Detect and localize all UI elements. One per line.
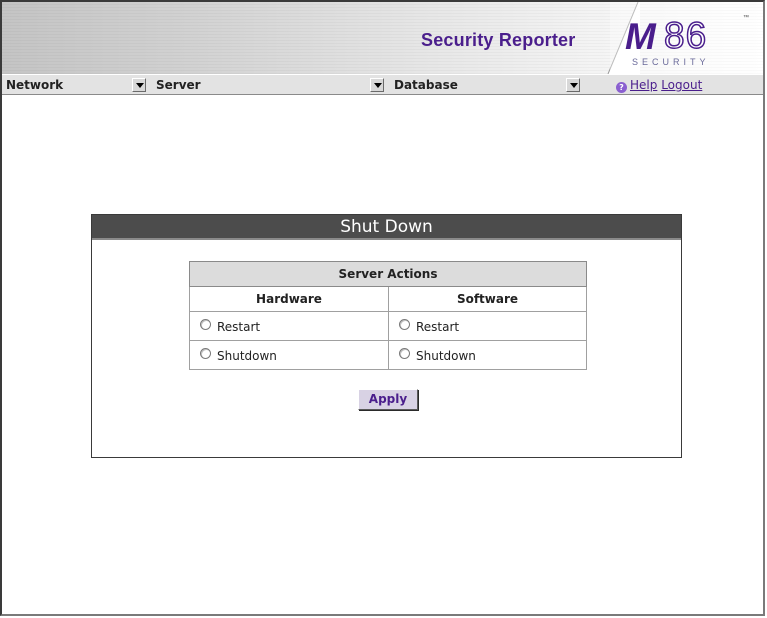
m86-logo: M 86 SECURITY ™ [580, 2, 763, 74]
network-menu-label: Network [6, 78, 64, 92]
chevron-down-icon[interactable] [132, 78, 146, 92]
option-label: Shutdown [416, 348, 476, 363]
radio-button[interactable] [399, 347, 410, 359]
hardware-restart-option[interactable]: Restart [189, 311, 389, 341]
software-restart-option[interactable]: Restart [388, 311, 587, 341]
server-menu[interactable]: Server [152, 77, 388, 93]
option-label: Restart [217, 319, 261, 334]
server-actions-table: Server Actions Hardware Software Restart… [189, 261, 587, 370]
navigation-bar: Network Server Database ? Help Logout [2, 74, 763, 95]
app-header: Security Reporter M 86 SECURITY ™ [2, 2, 763, 74]
option-label: Shutdown [217, 348, 277, 363]
server-menu-label: Server [156, 78, 201, 92]
apply-button[interactable]: Apply [358, 389, 418, 410]
database-menu-label: Database [394, 78, 458, 92]
hardware-shutdown-option[interactable]: Shutdown [189, 340, 389, 370]
help-icon[interactable]: ? [616, 82, 627, 93]
radio-button[interactable] [200, 347, 211, 359]
software-shutdown-option[interactable]: Shutdown [388, 340, 587, 370]
radio-button[interactable] [399, 318, 410, 330]
table-row: Restart Restart [189, 311, 587, 341]
shutdown-panel: Shut Down Server Actions Hardware Softwa… [91, 214, 682, 458]
nav-links: ? Help Logout [616, 78, 702, 93]
chevron-down-icon[interactable] [566, 78, 580, 92]
help-link[interactable]: Help [630, 78, 657, 92]
logo-number: 86 [663, 14, 708, 57]
logo-tagline: SECURITY [632, 57, 710, 67]
table-caption: Server Actions [189, 261, 587, 287]
radio-button[interactable] [200, 318, 211, 330]
logout-link[interactable]: Logout [661, 78, 702, 92]
panel-title: Shut Down [92, 215, 681, 240]
column-header-hardware: Hardware [189, 286, 389, 312]
trademark-symbol: ™ [743, 15, 749, 21]
chevron-down-icon[interactable] [370, 78, 384, 92]
table-row: Shutdown Shutdown [189, 340, 587, 370]
app-title: Security Reporter [421, 30, 576, 50]
column-header-software: Software [388, 286, 587, 312]
option-label: Restart [416, 319, 460, 334]
logo-mark: M [625, 16, 656, 57]
database-menu[interactable]: Database [390, 77, 584, 93]
network-menu[interactable]: Network [2, 77, 150, 93]
